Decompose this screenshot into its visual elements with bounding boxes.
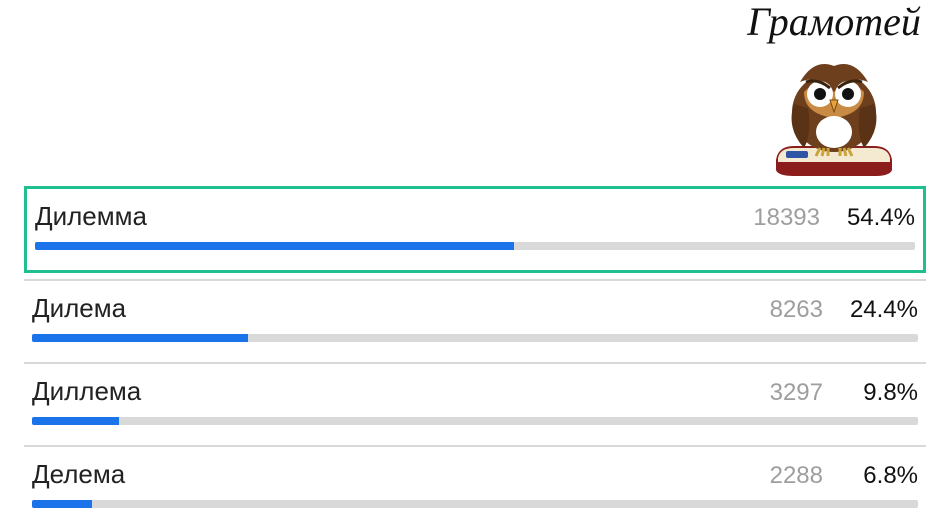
progress-bar: [32, 417, 918, 425]
poll-results: Дилемма 18393 54.4% Дилема 8263 24.4% Ди…: [24, 186, 926, 528]
option-percent: 24.4%: [823, 296, 918, 324]
option-label: Дилема: [32, 293, 733, 324]
progress-fill: [32, 417, 119, 425]
progress-bar: [35, 242, 915, 250]
progress-fill: [32, 334, 248, 342]
progress-fill: [32, 500, 92, 508]
option-label: Диллема: [32, 376, 733, 407]
option-label: Дилемма: [35, 201, 730, 232]
option-count: 18393: [730, 204, 820, 232]
brand-block: Грамотей: [734, 2, 934, 178]
progress-bar: [32, 500, 918, 508]
option-row[interactable]: Дилема 8263 24.4%: [24, 279, 926, 362]
option-count: 3297: [733, 379, 823, 407]
option-row[interactable]: Диллема 3297 9.8%: [24, 362, 926, 445]
option-count: 8263: [733, 296, 823, 324]
option-percent: 6.8%: [823, 462, 918, 490]
brand-title: Грамотей: [734, 2, 934, 42]
progress-bar: [32, 334, 918, 342]
option-label: Делема: [32, 459, 733, 490]
owl-on-book-icon: [764, 48, 904, 178]
option-percent: 9.8%: [823, 379, 918, 407]
option-count: 2288: [733, 462, 823, 490]
option-row-correct[interactable]: Дилемма 18393 54.4%: [24, 186, 926, 273]
option-percent: 54.4%: [820, 204, 915, 232]
option-row[interactable]: Делема 2288 6.8%: [24, 445, 926, 528]
progress-fill: [35, 242, 514, 250]
